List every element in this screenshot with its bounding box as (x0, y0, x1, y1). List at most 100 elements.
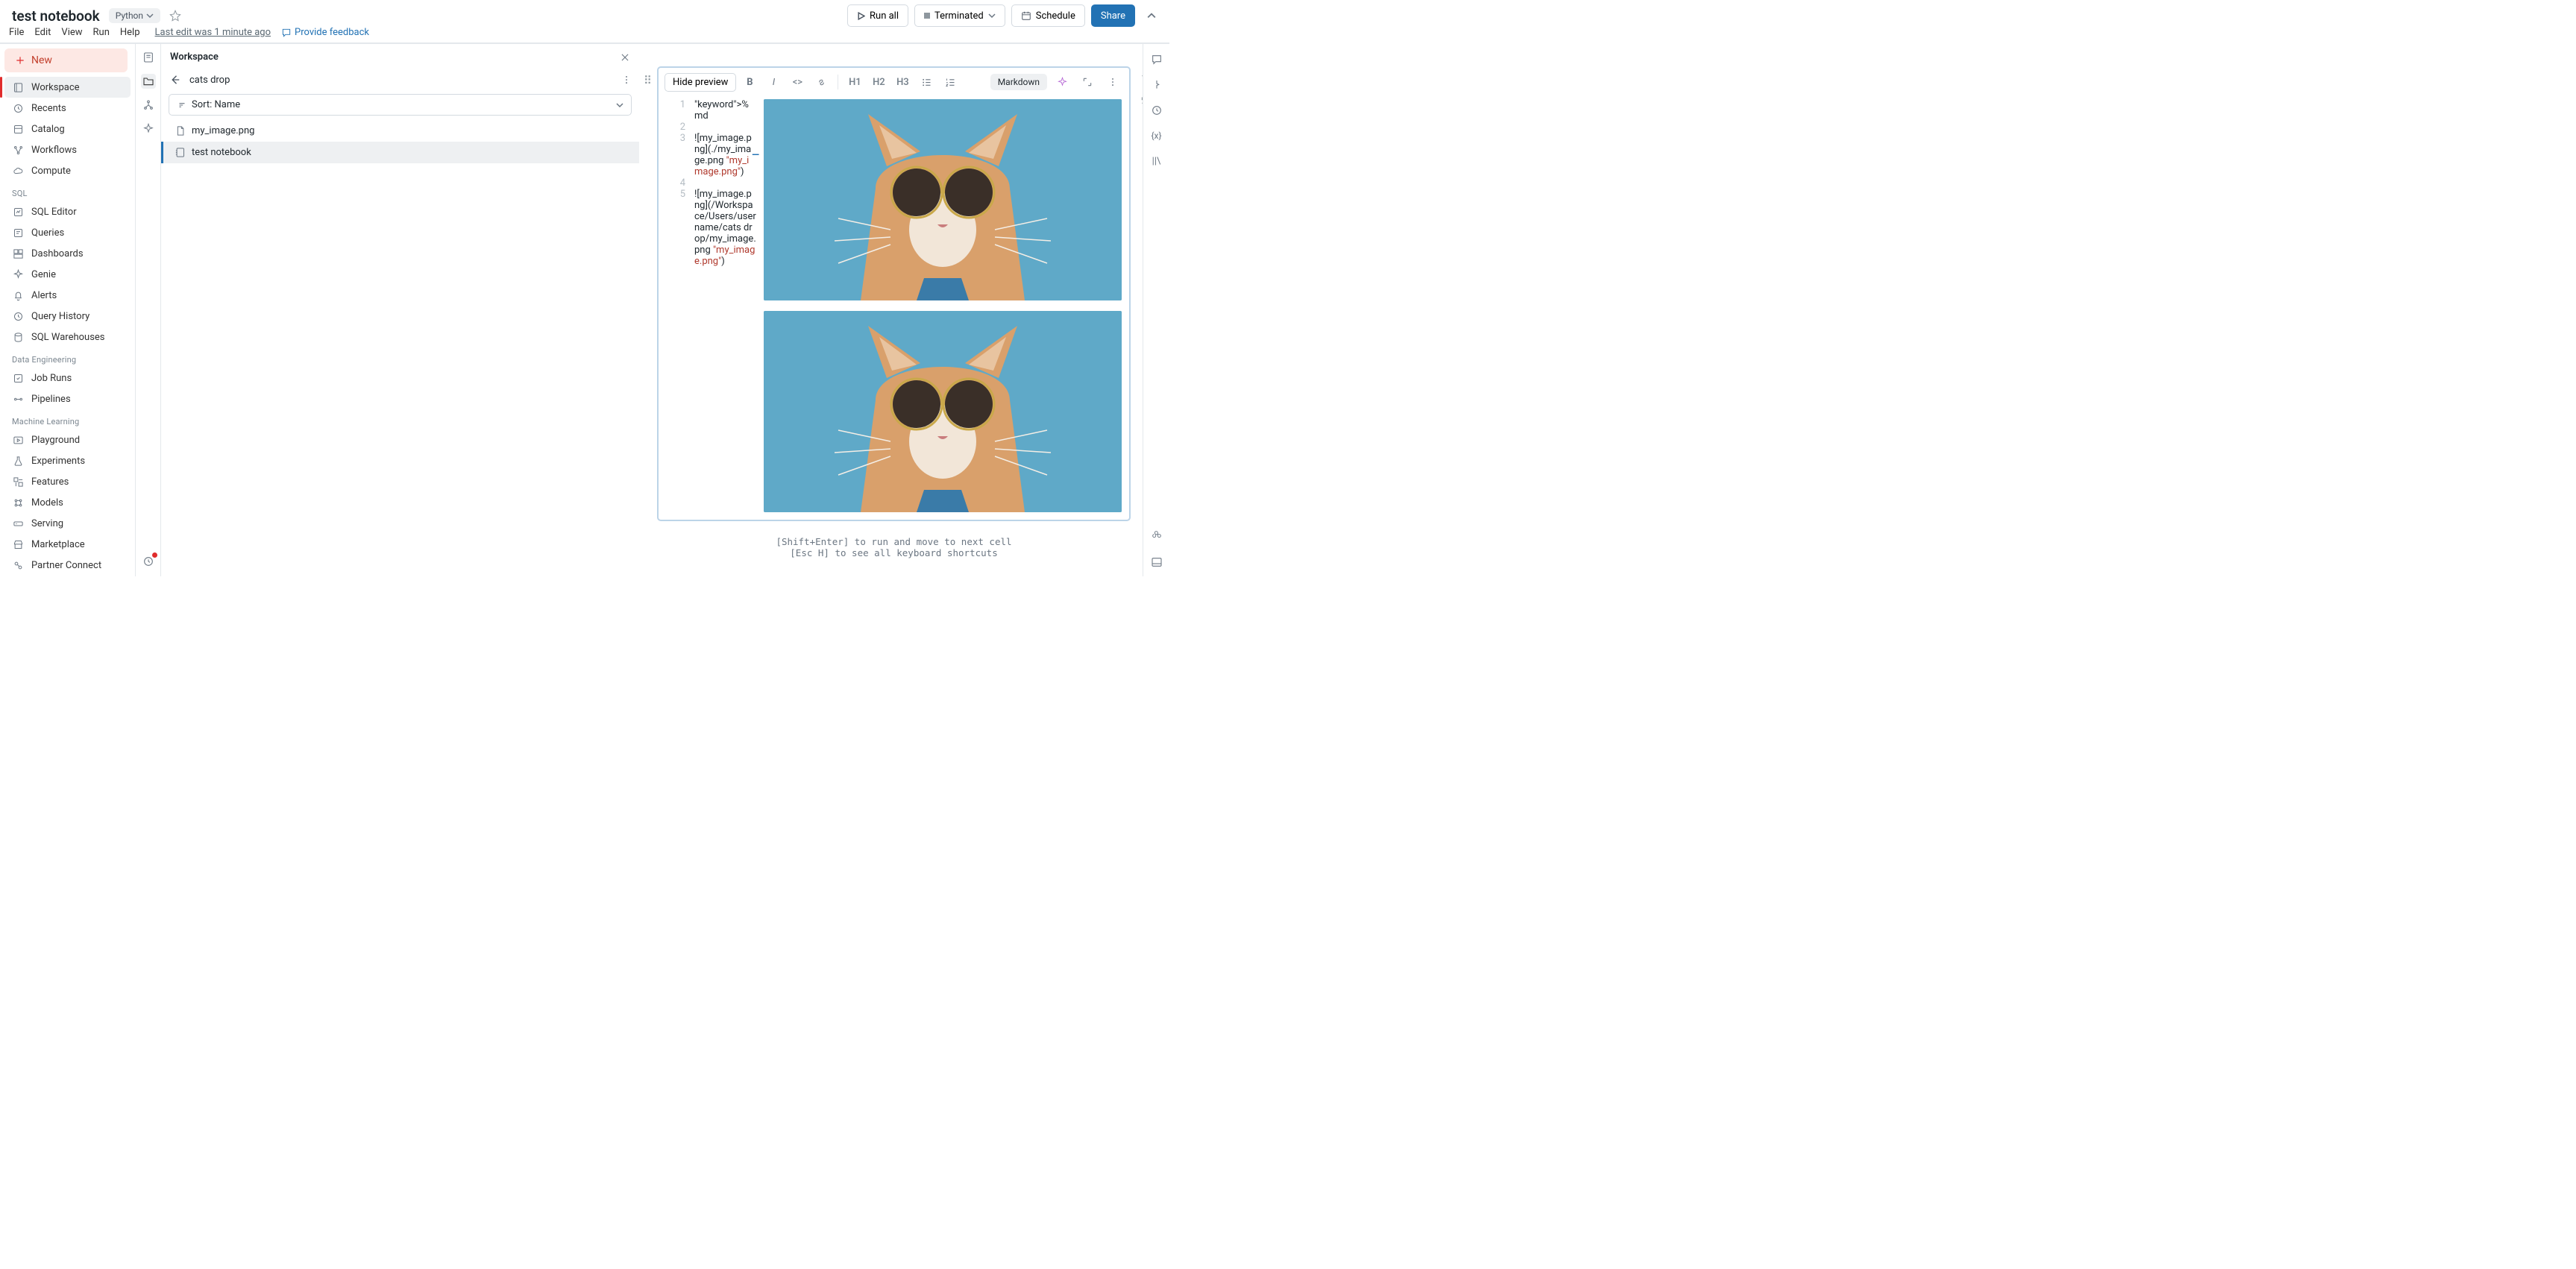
terminated-icon (924, 13, 930, 19)
calendar-icon (1021, 10, 1031, 21)
line-number: 2 (659, 122, 694, 133)
kebab-icon (1108, 77, 1118, 87)
folder-menu-button[interactable] (621, 75, 632, 85)
assistant-button[interactable] (1052, 72, 1072, 92)
hide-preview-button[interactable]: Hide preview (665, 73, 736, 92)
menu-run[interactable]: Run (93, 27, 110, 38)
italic-button[interactable]: I (763, 72, 784, 92)
nav-workspace[interactable]: Workspace (4, 77, 131, 98)
code-line-1[interactable]: 1"keyword">%md (659, 99, 764, 122)
code-button[interactable]: <> (787, 72, 808, 92)
collapse-rail-icon[interactable]: ||\ (1150, 154, 1163, 168)
bullet-list-button[interactable] (916, 72, 937, 92)
duplicate-cell-button[interactable] (1140, 93, 1143, 105)
chevron-down-icon (988, 12, 996, 19)
nav-models[interactable]: Models (4, 492, 131, 513)
menu-help[interactable]: Help (120, 27, 140, 38)
code-line-4[interactable]: 4 (659, 177, 764, 189)
h2-button[interactable]: H2 (868, 72, 889, 92)
h3-button[interactable]: H3 (892, 72, 913, 92)
nav-job-runs[interactable]: Job Runs (4, 368, 131, 388)
bottom-panel-icon[interactable] (1150, 555, 1163, 569)
numbered-list-button[interactable] (940, 72, 961, 92)
stamp-icon (1140, 93, 1143, 105)
menu-edit[interactable]: Edit (34, 27, 51, 38)
file-my-image-png[interactable]: my_image.png (161, 120, 639, 142)
file-test-notebook[interactable]: test notebook (161, 142, 639, 163)
nav-partner-connect[interactable]: Partner Connect (4, 555, 131, 576)
nav-workflows[interactable]: Workflows (4, 139, 131, 160)
current-folder[interactable]: cats drop (189, 75, 230, 86)
nav-marketplace[interactable]: Marketplace (4, 534, 131, 555)
nav-sql-warehouses[interactable]: SQL Warehouses (4, 327, 131, 347)
menu-view[interactable]: View (61, 27, 82, 38)
nav-recents[interactable]: Recents (4, 98, 131, 119)
nav-dashboards[interactable]: Dashboards (4, 243, 131, 264)
tab-assistant-icon[interactable] (141, 122, 156, 136)
expand-cell-button[interactable] (1077, 72, 1098, 92)
tab-schema-icon[interactable] (141, 98, 156, 113)
link-button[interactable] (811, 72, 832, 92)
nav-alerts[interactable]: Alerts (4, 285, 131, 306)
drag-handle-icon[interactable]: ⠿ (644, 74, 652, 87)
last-edit-link[interactable]: Last edit was 1 minute ago (155, 27, 271, 38)
code-line-5[interactable]: 5![my_image.png](/Workspace/Users/userna… (659, 189, 764, 267)
bold-button[interactable]: B (739, 72, 760, 92)
nav-sql-editor[interactable]: SQL Editor (4, 201, 131, 222)
nav-queries[interactable]: Queries (4, 222, 131, 243)
nav-label: Pipelines (31, 394, 71, 405)
nav-genie[interactable]: Genie (4, 264, 131, 285)
favorite-star-icon[interactable] (169, 10, 181, 22)
cell-menu-button[interactable] (1102, 72, 1123, 92)
arrow-left-icon (169, 73, 182, 86)
history-icon (12, 310, 24, 322)
model-icon (12, 497, 24, 508)
nav-experiments[interactable]: Experiments (4, 450, 131, 471)
delete-cell-button[interactable] (1140, 72, 1143, 84)
nav-serving[interactable]: Serving (4, 513, 131, 534)
tab-folder-icon[interactable] (141, 74, 156, 89)
split-divider-handle[interactable]: — (752, 150, 759, 161)
run-all-button[interactable]: Run all (847, 4, 908, 27)
markdown-cell[interactable]: Hide preview B I <> H1 H2 H3 (657, 66, 1131, 521)
notebook-header: test notebook Python Run all Terminated … (0, 0, 1169, 44)
compute-state-button[interactable]: Terminated (914, 4, 1005, 27)
nav-query-history[interactable]: Query History (4, 306, 131, 327)
code-editor[interactable]: — 1"keyword">%md2 3![my_image.png](./my_… (659, 96, 764, 520)
nav-label: Query History (31, 311, 89, 322)
workflow-icon (12, 144, 24, 156)
nav-playground[interactable]: Playground (4, 429, 131, 450)
schedule-button[interactable]: Schedule (1011, 4, 1085, 27)
feedback-link[interactable]: Provide feedback (281, 27, 369, 38)
back-button[interactable] (169, 73, 182, 86)
notebook-title[interactable]: test notebook (12, 7, 100, 25)
variables-panel-icon[interactable]: {x} (1150, 129, 1163, 142)
new-button[interactable]: New (4, 48, 128, 72)
tab-history-icon[interactable] (141, 554, 156, 569)
language-selector[interactable]: Python (109, 8, 160, 23)
shortcuts-icon[interactable] (1150, 530, 1163, 544)
comments-panel-icon[interactable] (1150, 53, 1163, 66)
menu-file[interactable]: File (9, 27, 24, 38)
preview-image-2 (764, 311, 1122, 512)
mlflow-panel-icon[interactable] (1150, 78, 1163, 92)
nav-features[interactable]: Features (4, 471, 131, 492)
flask-icon (12, 455, 24, 467)
chevron-down-icon (616, 101, 623, 109)
cell-type-chip[interactable]: Markdown (990, 74, 1047, 90)
collapse-header-button[interactable] (1141, 11, 1162, 20)
h1-button[interactable]: H1 (844, 72, 865, 92)
nav-pipelines[interactable]: Pipelines (4, 388, 131, 409)
nav-catalog[interactable]: Catalog (4, 119, 131, 139)
code-line-3[interactable]: 3![my_image.png](./my_image.png "my_imag… (659, 133, 764, 177)
share-button[interactable]: Share (1091, 4, 1135, 27)
line-number: 4 (659, 177, 694, 189)
close-browser-button[interactable] (620, 52, 630, 63)
partner-icon (12, 559, 24, 571)
nav-compute[interactable]: Compute (4, 160, 131, 181)
tab-notebook-icon[interactable] (141, 50, 156, 65)
code-line-2[interactable]: 2 (659, 122, 764, 133)
sort-dropdown[interactable]: Sort: Name (169, 94, 632, 116)
sort-icon (177, 100, 187, 110)
revision-history-icon[interactable] (1150, 104, 1163, 117)
